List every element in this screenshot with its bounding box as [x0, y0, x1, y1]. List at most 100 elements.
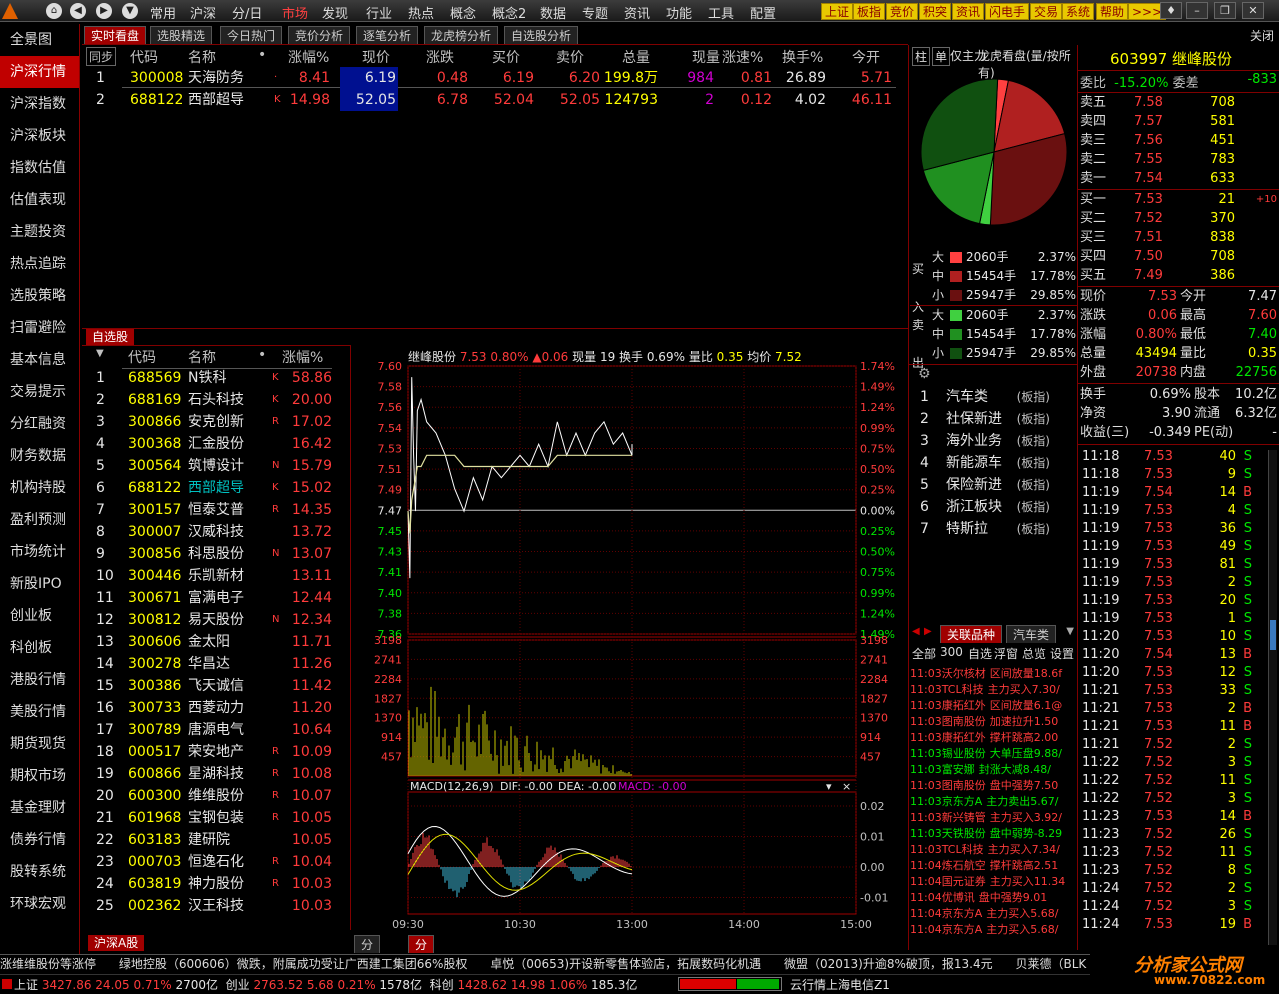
alert-item[interactable]: 11:03锡业股份 大单压盘9.88/: [910, 746, 1078, 762]
self-row[interactable]: 25 002362 汉王科技 10.03: [82, 895, 350, 917]
filter-tab-3[interactable]: 浮窗: [994, 645, 1018, 662]
quick-button-0[interactable]: 上证: [821, 3, 854, 20]
self-panel-title[interactable]: 自选股: [86, 329, 135, 345]
chart-tab-0[interactable]: 分析图: [354, 935, 381, 988]
alert-item[interactable]: 11:03富安娜 封涨大减8.48/: [910, 762, 1078, 778]
quick-button-3[interactable]: 积突: [919, 3, 952, 20]
menu-5[interactable]: 行业: [366, 3, 392, 22]
sidebar-item-25[interactable]: 债券行情: [0, 824, 79, 856]
home-icon[interactable]: ⌂: [46, 3, 62, 19]
top-tab-4[interactable]: 逐笔分析: [356, 26, 419, 44]
sidebar-item-9[interactable]: 扫雷避险: [0, 312, 79, 344]
ask-row[interactable]: 卖二 7.55 783: [1080, 150, 1279, 169]
watch-header-9[interactable]: 总量: [622, 47, 650, 67]
sidebar-item-11[interactable]: 交易提示: [0, 376, 79, 408]
watch-header-12[interactable]: 换手%: [782, 47, 823, 67]
sidebar-item-15[interactable]: 盈利预测: [0, 504, 79, 536]
self-header-0[interactable]: 代码: [128, 347, 156, 367]
menu-9[interactable]: 数据: [540, 3, 566, 22]
quick-button-7[interactable]: 系统: [1062, 3, 1095, 20]
self-row[interactable]: 9 300856 科思股份 N 13.07: [82, 543, 350, 565]
filter-tab-2[interactable]: 自选: [968, 645, 992, 662]
related-tab-1[interactable]: 汽车类: [1006, 625, 1057, 643]
watch-header-6[interactable]: 涨跌: [426, 47, 454, 67]
bid-row[interactable]: 买五 7.49 386: [1080, 266, 1279, 285]
bid-row[interactable]: 买二 7.52 370: [1080, 209, 1279, 228]
related-tab-0[interactable]: 关联品种: [940, 625, 1003, 643]
app-logo-icon[interactable]: [2, 3, 18, 19]
sidebar-item-23[interactable]: 期权市场: [0, 760, 79, 792]
scrollbar-thumb[interactable]: [1270, 620, 1276, 650]
sidebar-item-16[interactable]: 市场统计: [0, 536, 79, 568]
menu-11[interactable]: 资讯: [624, 3, 650, 22]
sidebar-item-24[interactable]: 基金理财: [0, 792, 79, 824]
self-row[interactable]: 24 603819 神力股份 R 10.03: [82, 873, 350, 895]
forward-icon[interactable]: ▶: [96, 3, 112, 19]
index-sh-name[interactable]: 上证: [14, 978, 38, 992]
watch-header-5[interactable]: 现价: [362, 47, 390, 67]
sidebar-item-8[interactable]: 选股策略: [0, 280, 79, 312]
close-panel-button[interactable]: 关闭: [1250, 27, 1274, 44]
sidebar-item-27[interactable]: 环球宏观: [0, 888, 79, 920]
watch-header-2[interactable]: 名称: [188, 47, 216, 67]
next-arrow-icon[interactable]: ▶: [924, 626, 932, 637]
market-a-share-tab[interactable]: 沪深A股: [88, 935, 145, 951]
menu-1[interactable]: 沪深: [190, 3, 216, 22]
quick-button-2[interactable]: 竞价: [886, 3, 919, 20]
top-tab-3[interactable]: 竞价分析: [288, 26, 351, 44]
sidebar-item-13[interactable]: 财务数据: [0, 440, 79, 472]
ask-row[interactable]: 卖五 7.58 708: [1080, 93, 1279, 112]
watch-header-10[interactable]: 现量: [692, 47, 720, 67]
watch-header-13[interactable]: 今开: [852, 47, 880, 67]
sort-arrow-icon[interactable]: ▼: [96, 348, 104, 359]
restore-icon[interactable]: ❐: [1214, 2, 1236, 19]
sidebar-item-7[interactable]: 热点追踪: [0, 248, 79, 280]
sidebar-item-18[interactable]: 创业板: [0, 600, 79, 632]
macd-close-icon[interactable]: ×: [842, 780, 851, 793]
sidebar-item-17[interactable]: 新股IPO: [0, 568, 79, 600]
watch-header-1[interactable]: 代码: [130, 47, 158, 67]
filter-tab-0[interactable]: 全部: [912, 645, 936, 662]
bid-row[interactable]: 买四 7.50 708: [1080, 247, 1279, 266]
mid-tab-0[interactable]: 柱: [912, 47, 931, 66]
sector-item[interactable]: 6 浙江板块 (板指): [910, 496, 1078, 518]
self-row[interactable]: 3 300866 安克创新 R 17.02: [82, 411, 350, 433]
sidebar-item-19[interactable]: 科创板: [0, 632, 79, 664]
related-dropdown-icon[interactable]: ▼: [1066, 626, 1074, 637]
menu-7[interactable]: 概念: [450, 3, 476, 22]
self-row[interactable]: 22 603183 建研院 10.05: [82, 829, 350, 851]
self-row[interactable]: 12 300812 易天股份 N 12.34: [82, 609, 350, 631]
top-tab-1[interactable]: 选股精选: [150, 26, 213, 44]
watch-header-8[interactable]: 卖价: [556, 47, 584, 67]
sidebar-item-20[interactable]: 港股行情: [0, 664, 79, 696]
menu-6[interactable]: 热点: [408, 3, 434, 22]
self-row[interactable]: 21 601968 宝钢包装 R 10.05: [82, 807, 350, 829]
minimize-icon[interactable]: –: [1186, 2, 1208, 19]
mid-tab-1[interactable]: 单: [932, 47, 951, 66]
self-row[interactable]: 23 000703 恒逸石化 R 10.04: [82, 851, 350, 873]
bid-row[interactable]: 买一 7.53 21 +10: [1080, 190, 1279, 209]
sector-item[interactable]: 5 保险新进 (板指): [910, 474, 1078, 496]
self-row[interactable]: 17 300789 唐源电气 10.64: [82, 719, 350, 741]
alert-item[interactable]: 11:03康拓红外 撑杆跳高2.00: [910, 730, 1078, 746]
self-row[interactable]: 1 688569 N铁科 K 58.86: [82, 367, 350, 389]
watch-row[interactable]: 1 300008 天海防务 · 8.41 6.19 0.48 6.19 6.20 199.8万 98…: [82, 67, 908, 89]
quick-button-8[interactable]: 帮助: [1096, 3, 1129, 20]
sidebar-item-1[interactable]: 沪深行情: [0, 56, 79, 88]
alert-item[interactable]: 11:04炼石航空 撑杆跳高2.51: [910, 858, 1078, 874]
menu-8[interactable]: 概念2: [492, 3, 526, 22]
self-row[interactable]: 6 688122 西部超导 K 15.02: [82, 477, 350, 499]
sidebar-item-22[interactable]: 期货现货: [0, 728, 79, 760]
menu-13[interactable]: 工具: [708, 3, 734, 22]
alert-item[interactable]: 11:03京东方A 主力卖出5.67/: [910, 794, 1078, 810]
server-label[interactable]: 云行情上海电信Z1: [790, 976, 890, 994]
sidebar-item-4[interactable]: 指数估值: [0, 152, 79, 184]
top-tab-5[interactable]: 龙虎榜分析: [424, 26, 499, 44]
watch-header-4[interactable]: 涨幅%: [288, 47, 329, 67]
sector-item[interactable]: 4 新能源车 (板指): [910, 452, 1078, 474]
top-tab-2[interactable]: 今日热门: [220, 26, 283, 44]
top-tab-0[interactable]: 实时看盘: [84, 26, 147, 44]
alert-item[interactable]: 11:03新兴铸管 主力买入3.92/: [910, 810, 1078, 826]
menu-3[interactable]: 市场: [282, 3, 308, 22]
self-row[interactable]: 5 300564 筑博设计 N 15.79: [82, 455, 350, 477]
